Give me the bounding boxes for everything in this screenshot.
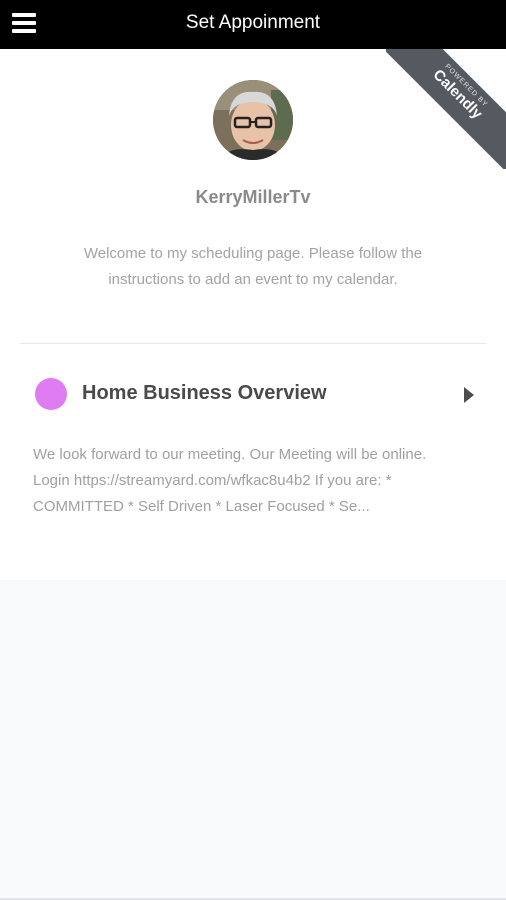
event-type-row[interactable]: Home Business Overview (0, 359, 506, 429)
top-bar: Set Appoinment (0, 0, 506, 49)
powered-by-label: POWERED BY (443, 63, 489, 109)
event-description: We look forward to our meeting. Our Meet… (33, 446, 427, 515)
chevron-right-icon[interactable] (464, 387, 474, 403)
event-name: Home Business Overview (82, 382, 327, 404)
welcome-message: Welcome to my scheduling page. Please fo… (83, 245, 423, 288)
powered-by-calendly-badge[interactable]: POWERED BY Calendly (386, 49, 506, 169)
divider (20, 343, 486, 344)
page-title: Set Appoinment (185, 12, 321, 33)
avatar (213, 80, 293, 160)
event-color-dot (35, 378, 67, 410)
scheduling-card: POWERED BY Calendly KerryMillerTv Welcom… (0, 49, 506, 580)
owner-name: KerryMillerTv (195, 187, 311, 207)
